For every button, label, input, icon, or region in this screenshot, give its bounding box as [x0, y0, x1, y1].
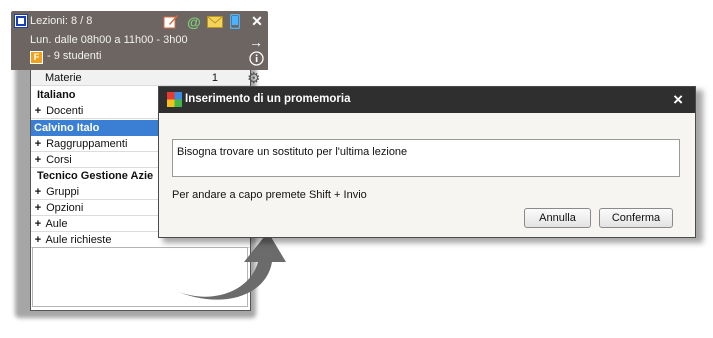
subjects-count: 1: [211, 72, 218, 84]
lessons-count: Lezioni: 8 / 8: [30, 15, 93, 27]
expand-icon[interactable]: +: [33, 136, 43, 151]
expand-icon[interactable]: +: [33, 232, 43, 247]
lesson-panel-header: Lezioni: 8 / 8 Lun. dalle 08h00 a 11h00 …: [11, 11, 268, 70]
corsi-label: Corsi: [46, 154, 72, 166]
newline-hint: Per andare a capo premete Shift + Invio: [172, 189, 367, 201]
at-icon[interactable]: @: [186, 14, 202, 30]
close-icon[interactable]: ✕: [249, 13, 265, 29]
mail-icon[interactable]: [207, 14, 223, 29]
cancel-button[interactable]: Annulla: [524, 208, 591, 228]
dialog-title-bar: Inserimento di un promemoria ×: [159, 87, 695, 113]
dialog-close-icon[interactable]: ×: [673, 90, 683, 110]
reminder-text-input[interactable]: Bisogna trovare un sostituto per l'ultim…: [172, 139, 680, 177]
phone-icon[interactable]: [227, 14, 243, 29]
subjects-label: Materie: [45, 72, 82, 84]
arrow-right-icon[interactable]: →: [248, 34, 264, 50]
students-count: - 9 studenti: [47, 50, 102, 62]
lesson-square-icon: [14, 14, 28, 28]
subjects-row[interactable]: Materie 1: [31, 70, 250, 86]
lesson-schedule: Lun. dalle 08h00 a 11h00 - 3h00: [30, 34, 188, 46]
confirm-button[interactable]: Conferma: [599, 208, 673, 228]
badge-f: F: [30, 51, 43, 64]
edit-icon[interactable]: [163, 14, 179, 29]
app-logo-icon: [167, 92, 182, 107]
gruppi-label: Gruppi: [46, 186, 80, 198]
aule-richieste-label: Aule richieste: [45, 234, 112, 246]
raggruppamenti-label: Raggruppamenti: [46, 138, 128, 150]
dialog-title: Inserimento di un promemoria: [185, 93, 351, 105]
opzioni-label: Opzioni: [46, 202, 84, 214]
expand-icon[interactable]: +: [33, 216, 43, 231]
reminder-dialog: Inserimento di un promemoria × Bisogna t…: [158, 86, 696, 238]
expand-icon[interactable]: +: [33, 103, 43, 118]
expand-icon[interactable]: +: [33, 152, 43, 167]
gear-icon[interactable]: ⚙: [247, 69, 260, 87]
info-icon[interactable]: [248, 51, 264, 66]
aule-label: Aule: [45, 218, 68, 230]
docenti-label: Docenti: [46, 105, 84, 117]
expand-icon[interactable]: +: [33, 200, 43, 215]
expand-icon[interactable]: +: [33, 184, 43, 199]
